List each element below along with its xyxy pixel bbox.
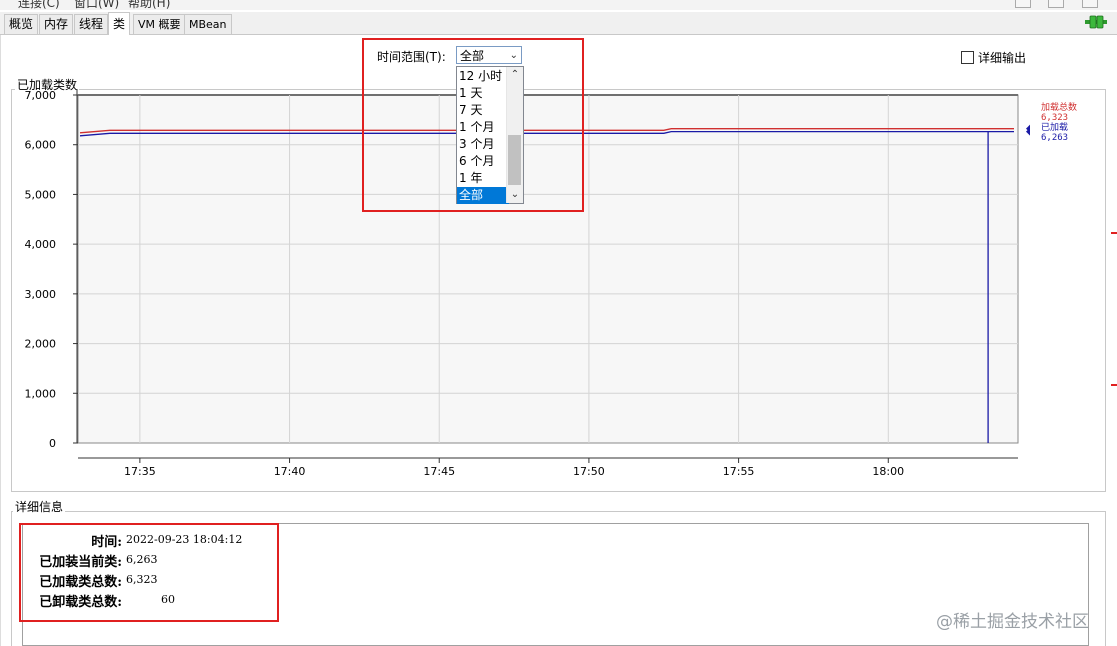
x-tick-label: 17:50 [573,465,605,478]
detail-label-total-loaded: 已加载类总数: [39,575,122,590]
detail-label-time: 时间: [91,535,122,550]
y-tick-label: 7,000 [25,89,57,102]
x-tick-label: 17:35 [124,465,156,478]
checkbox-icon[interactable] [961,51,974,64]
y-tick-label: 5,000 [25,188,57,201]
time-range-select[interactable]: 全部 ⌄ [456,46,522,64]
detail-label-current-loaded: 已加装当前类: [39,555,122,570]
time-range-option[interactable]: 7 天 [457,102,509,119]
chevron-down-icon: ⌄ [509,50,518,61]
legend-series-value: 6,323 [1041,113,1068,123]
detail-value-total-loaded: 6,323 [126,573,158,586]
y-axis: 7,000 6,000 5,000 4,000 3,000 2,000 1,000 0 [25,89,78,450]
y-tick-label: 2,000 [25,338,57,351]
detail-value-current-loaded: 6,263 [126,553,158,566]
x-tick-label: 17:45 [423,465,455,478]
legend-series-name: 加载总数 [1041,101,1077,113]
edge-marker [1111,232,1117,234]
dropdown-scrollbar[interactable]: ⌃ ⌄ [506,67,523,203]
x-tick-label: 18:00 [872,465,904,478]
time-range-option[interactable]: 12 小时 [457,68,509,85]
x-axis: 17:35 17:40 17:45 17:50 17:55 18:00 [78,457,1018,478]
edge-marker [1111,384,1117,386]
time-range-selected-value: 全部 [460,49,485,63]
y-tick-label: 0 [49,437,56,450]
scroll-thumb[interactable] [508,135,521,185]
scroll-up-icon[interactable]: ⌃ [507,67,523,83]
verbose-output-checkbox[interactable]: 详细输出 [961,49,1026,66]
time-range-option[interactable]: 6 个月 [457,153,509,170]
y-tick-label: 1,000 [25,387,57,400]
time-range-dropdown-list[interactable]: 12 小时 1 天 7 天 1 个月 3 个月 6 个月 1 年 全部 ⌃ ⌄ [456,66,524,204]
detail-label-total-unloaded: 已卸载类总数: [39,595,122,610]
x-tick-label: 17:40 [274,465,306,478]
y-tick-label: 4,000 [25,238,57,251]
y-tick-label: 3,000 [25,288,57,301]
y-tick-label: 6,000 [25,139,57,152]
legend-series-value: 6,263 [1041,133,1068,143]
time-range-option[interactable]: 1 年 [457,170,509,187]
time-range-label: 时间范围(T): [377,50,446,64]
scroll-down-icon[interactable]: ⌄ [507,187,523,203]
chart-legend: 加载总数6,323已加载6,263 [1041,101,1077,143]
plot-area [77,94,1019,444]
time-range-option-selected[interactable]: 全部 [457,187,509,204]
watermark-text: @稀土掘金技术社区 [936,612,1089,632]
detail-value-time: 2022-09-23 18:04:12 [126,533,243,546]
details-panel-title: 详细信息 [13,498,66,515]
legend-series-name: 已加载 [1041,121,1068,133]
time-range-option[interactable]: 3 个月 [457,136,509,153]
x-tick-label: 17:55 [723,465,755,478]
detail-value-total-unloaded: 60 [161,593,175,606]
time-range-option[interactable]: 1 天 [457,85,509,102]
verbose-output-label: 详细输出 [978,51,1027,65]
time-range-option[interactable]: 1 个月 [457,119,509,136]
